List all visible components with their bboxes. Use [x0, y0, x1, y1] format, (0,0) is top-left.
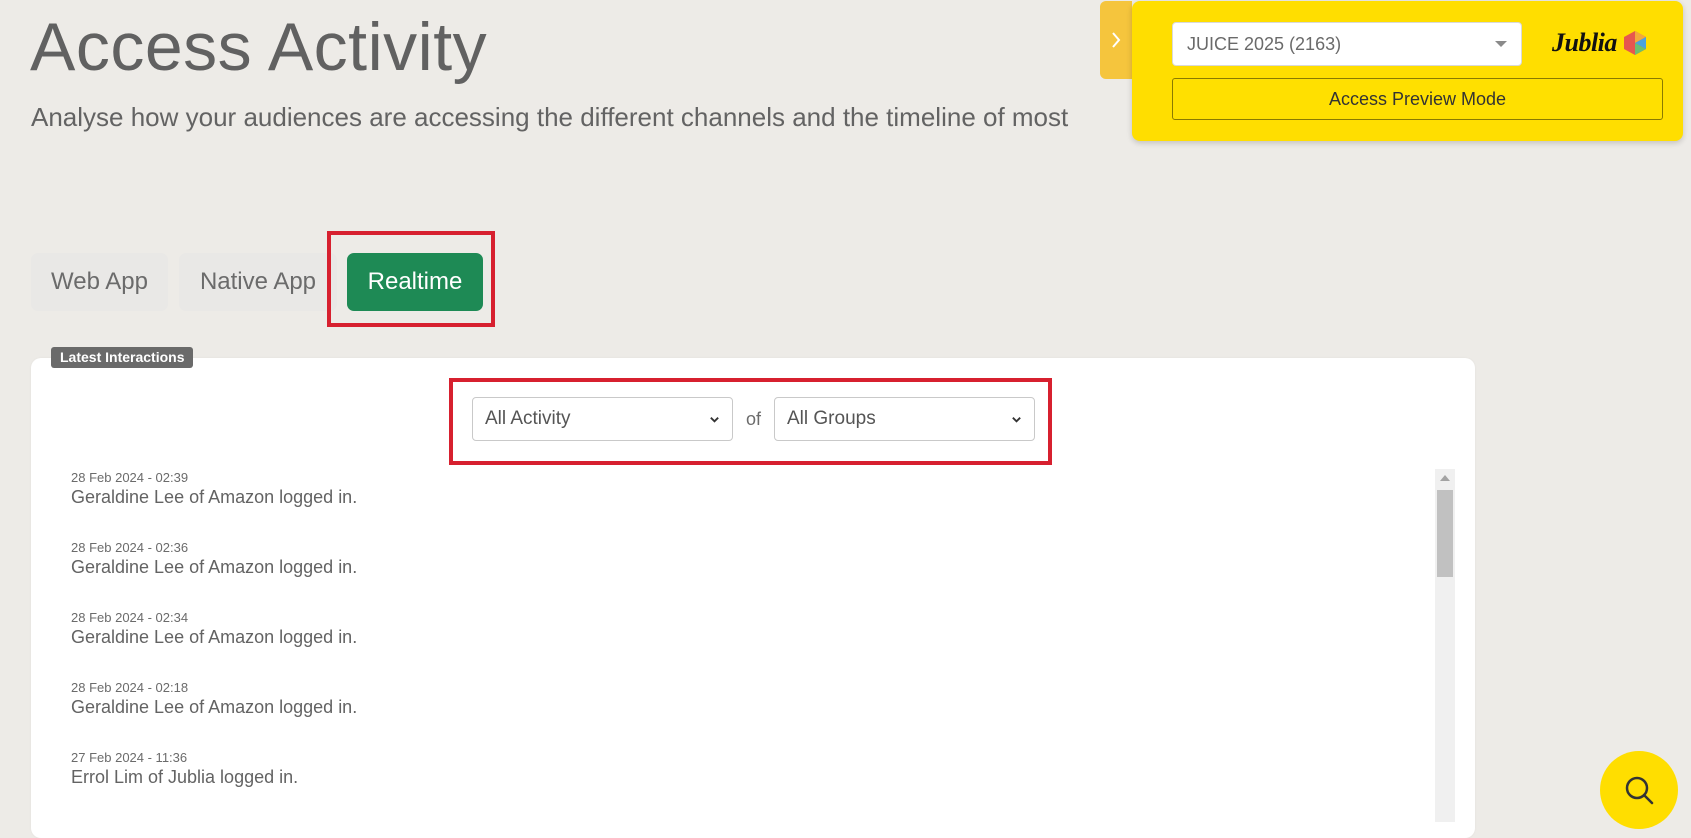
feed-item: 28 Feb 2024 - 02:39 Geraldine Lee of Ama…: [71, 470, 357, 508]
feed-item: 27 Feb 2024 - 11:36 Errol Lim of Jublia …: [71, 750, 298, 788]
jublia-logo-icon: [1623, 31, 1646, 55]
access-preview-mode-button[interactable]: Access Preview Mode: [1172, 78, 1663, 120]
feed-item: 28 Feb 2024 - 02:36 Geraldine Lee of Ama…: [71, 540, 357, 578]
feed-item-message: Geraldine Lee of Amazon logged in.: [71, 557, 358, 577]
feed-item-message: Geraldine Lee of Amazon logged in.: [71, 627, 358, 647]
caret-down-icon: [1495, 41, 1507, 47]
feed-item-message: Geraldine Lee of Amazon logged in.: [71, 697, 358, 717]
feed-item-time: 28 Feb 2024 - 02:18: [71, 680, 189, 695]
feed-item-time: 28 Feb 2024 - 02:34: [71, 610, 189, 625]
feed-item-time: 28 Feb 2024 - 02:36: [71, 540, 189, 555]
tab-web-app[interactable]: Web App: [31, 253, 168, 311]
scroll-thumb[interactable]: [1437, 490, 1453, 577]
search-fab-button[interactable]: [1600, 751, 1678, 829]
search-icon: [1625, 776, 1654, 805]
page-title: Access Activity: [30, 9, 488, 85]
feed-item-time: 28 Feb 2024 - 02:39: [71, 470, 189, 485]
feed-item-message: Geraldine Lee of Amazon logged in.: [71, 487, 358, 507]
event-select[interactable]: JUICE 2025 (2163): [1172, 22, 1522, 66]
chevron-right-icon: [1112, 32, 1121, 48]
event-select-value: JUICE 2025 (2163): [1187, 33, 1342, 54]
widget-toggle-button[interactable]: [1100, 1, 1132, 79]
realtime-tab-highlight: [327, 231, 495, 327]
feed-item-message: Errol Lim of Jublia logged in.: [71, 767, 299, 787]
feed-item: 28 Feb 2024 - 02:18 Geraldine Lee of Ama…: [71, 680, 357, 718]
logo-text: Jublia: [1552, 28, 1617, 57]
page-subtitle: Analyse how your audiences are accessing…: [31, 102, 1069, 132]
jublia-logo: Jublia: [1552, 26, 1649, 60]
scroll-up-arrow-icon[interactable]: [1440, 475, 1450, 481]
panel-badge: Latest Interactions: [51, 347, 194, 368]
filters-highlight: [449, 378, 1052, 465]
feed-item: 28 Feb 2024 - 02:34 Geraldine Lee of Ama…: [71, 610, 357, 648]
tab-native-app[interactable]: Native App: [179, 253, 337, 311]
feed-item-time: 27 Feb 2024 - 11:36: [71, 750, 188, 765]
feed-scrollbar[interactable]: [1435, 469, 1455, 822]
